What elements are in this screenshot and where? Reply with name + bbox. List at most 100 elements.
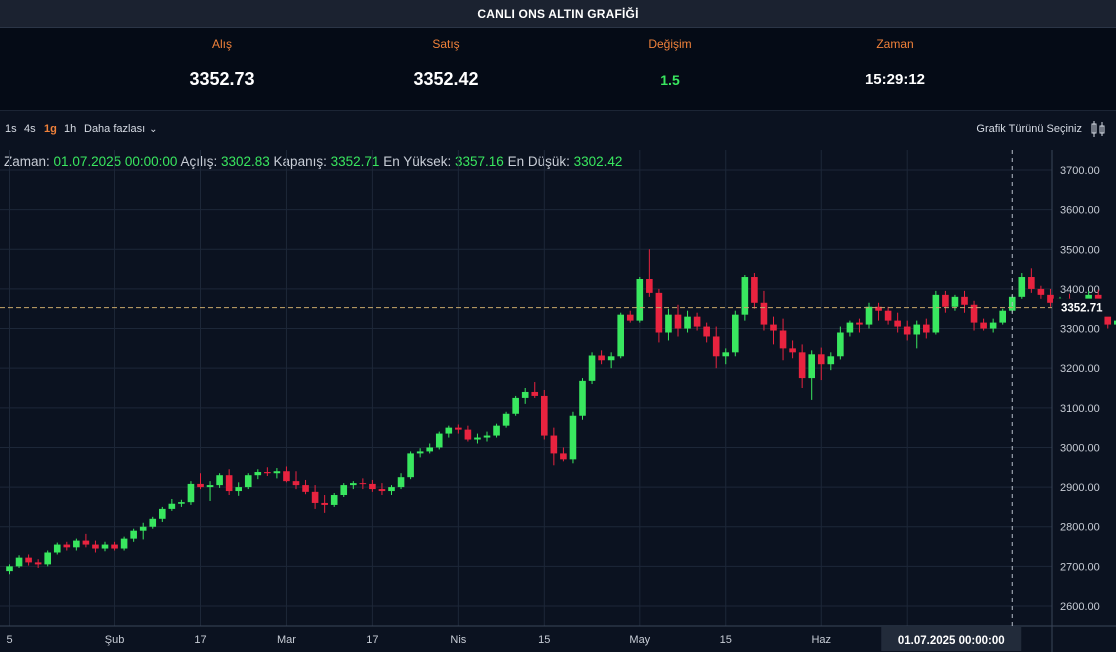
candle-body[interactable] [1037, 288, 1045, 295]
candle-body[interactable] [73, 540, 80, 548]
candle-body[interactable] [244, 475, 252, 488]
candle-body[interactable] [655, 292, 663, 333]
candle-body[interactable] [712, 336, 720, 357]
candle-body[interactable] [34, 562, 42, 565]
candle-body[interactable] [760, 302, 768, 325]
candle-body[interactable] [53, 544, 61, 553]
candle-body[interactable] [321, 502, 328, 505]
candle-body[interactable] [779, 330, 787, 349]
candle-body[interactable] [617, 314, 624, 357]
candle-body[interactable] [359, 483, 367, 485]
candle-body[interactable] [932, 294, 940, 333]
candle-body[interactable] [44, 552, 51, 565]
candle-body[interactable] [206, 485, 214, 488]
candle-body[interactable] [741, 277, 749, 315]
candle-body[interactable] [732, 314, 739, 353]
candle-body[interactable] [350, 483, 357, 486]
candle-body[interactable] [703, 326, 710, 337]
candle-body[interactable] [168, 503, 176, 509]
candle-body[interactable] [884, 310, 892, 321]
candle-body[interactable] [273, 471, 281, 474]
candle-body[interactable] [980, 322, 987, 329]
candle-body[interactable] [254, 472, 262, 476]
candle-body[interactable] [550, 435, 558, 454]
candle-body[interactable] [311, 491, 319, 503]
timeframe-1h[interactable]: 1h [64, 123, 76, 135]
candle-body[interactable] [388, 487, 395, 492]
candle-body[interactable] [464, 429, 472, 440]
candle-body[interactable] [569, 415, 577, 460]
candle-body[interactable] [693, 316, 701, 327]
candle-body[interactable] [827, 356, 835, 365]
candle-body[interactable] [474, 437, 481, 440]
candle-body[interactable] [397, 477, 405, 488]
candle-body[interactable] [684, 316, 691, 329]
candle-body[interactable] [15, 557, 23, 567]
candle-body[interactable] [235, 487, 242, 492]
candle-body[interactable] [178, 502, 185, 504]
candle-body[interactable] [961, 296, 968, 305]
candle-body[interactable] [225, 475, 233, 492]
more-timeframes-button[interactable]: Daha fazlası ⌄ [84, 123, 158, 135]
candle-body[interactable] [646, 279, 653, 293]
candle-body[interactable] [130, 530, 137, 539]
candle-body[interactable] [531, 391, 539, 396]
candle-body[interactable] [149, 518, 157, 527]
candle-body[interactable] [588, 355, 596, 381]
candle-body[interactable] [665, 314, 672, 333]
candle-body[interactable] [770, 324, 777, 331]
candle-body[interactable] [579, 380, 586, 416]
timeframe-1s[interactable]: 1s [5, 123, 17, 135]
candle-body[interactable] [894, 320, 901, 327]
candle-body[interactable] [283, 471, 290, 482]
chart-type-button[interactable]: Grafik Türünü Seçiniz [976, 123, 1082, 135]
candle-body[interactable] [197, 483, 204, 488]
candlestick-chart[interactable]: 2600.00 2700.00 2800.00 2900.00 3000.00 3100.… [0, 150, 1116, 652]
candle-body[interactable] [903, 326, 911, 335]
candle-body[interactable] [216, 475, 223, 486]
candle-body[interactable] [817, 354, 825, 365]
candle-body[interactable] [808, 354, 815, 379]
candle-body[interactable] [120, 538, 128, 549]
candle-body[interactable] [264, 472, 271, 474]
candle-body[interactable] [923, 324, 930, 333]
candle-body[interactable] [607, 356, 615, 361]
candle-body[interactable] [407, 453, 414, 478]
candle-body[interactable] [6, 566, 13, 572]
timeframe-4s[interactable]: 4s [24, 123, 36, 135]
candle-body[interactable] [1018, 277, 1026, 297]
candle-body[interactable] [63, 544, 71, 548]
candle-body[interactable] [369, 483, 376, 490]
candle-body[interactable] [942, 294, 949, 307]
candlestick-icon[interactable] [1090, 120, 1106, 138]
candle-body[interactable] [139, 526, 147, 531]
candle-body[interactable] [856, 322, 863, 325]
candle-body[interactable] [789, 348, 796, 353]
candle-body[interactable] [722, 352, 730, 357]
candle-body[interactable] [92, 544, 99, 549]
candle-body[interactable] [865, 306, 873, 325]
candle-body[interactable] [502, 413, 510, 426]
candle-body[interactable] [626, 314, 634, 321]
candle-body[interactable] [837, 332, 844, 357]
candle-body[interactable] [1028, 277, 1035, 289]
candle-body[interactable] [445, 427, 453, 434]
candle-body[interactable] [521, 391, 529, 398]
candle-body[interactable] [674, 314, 682, 329]
candle-body[interactable] [493, 425, 500, 436]
candle-body[interactable] [340, 485, 348, 496]
candle-body[interactable] [951, 296, 959, 307]
candle-body[interactable] [560, 453, 567, 460]
candle-body[interactable] [913, 324, 921, 335]
candle-body[interactable] [159, 508, 166, 519]
candle-body[interactable] [82, 540, 90, 545]
candle-body[interactable] [426, 447, 433, 452]
candle-body[interactable] [1047, 294, 1054, 303]
candle-body[interactable] [483, 435, 491, 438]
candle-body[interactable] [302, 485, 309, 492]
candle-body[interactable] [598, 355, 605, 361]
candle-body[interactable] [455, 427, 462, 430]
candle-body[interactable] [512, 397, 519, 414]
candle-body[interactable] [435, 433, 443, 448]
candle-body[interactable] [636, 279, 644, 321]
